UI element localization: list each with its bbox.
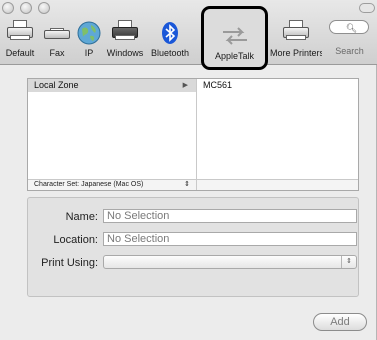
zoom-window-button[interactable] bbox=[38, 2, 50, 14]
name-field[interactable]: No Selection bbox=[103, 209, 357, 223]
printer-browser: Local Zone ▶ MC561 Character Set: Japane… bbox=[27, 78, 359, 191]
toolbar-label: More Printers bbox=[270, 48, 322, 58]
printer-list[interactable]: MC561 bbox=[197, 79, 358, 179]
charset-bar: Character Set: Japanese (Mac OS) ⇕ bbox=[28, 179, 358, 190]
charset-label: Character Set: bbox=[34, 181, 80, 188]
toolbar: Default Fax IP Windows Bluetooth AppleTa… bbox=[0, 6, 377, 70]
charset-value: Japanese (Mac OS) bbox=[81, 181, 144, 188]
printer-info-box: Name: No Selection Location: No Selectio… bbox=[27, 197, 359, 297]
add-printer-window: Default Fax IP Windows Bluetooth AppleTa… bbox=[0, 0, 377, 340]
toolbar-toggle-button[interactable] bbox=[359, 3, 375, 13]
toolbar-label: Search bbox=[335, 46, 364, 56]
toolbar-label: AppleTalk bbox=[214, 51, 255, 61]
toolbar-label: Fax bbox=[49, 48, 65, 58]
location-label: Location: bbox=[53, 234, 98, 246]
bluetooth-icon bbox=[155, 20, 185, 46]
default-printer-icon bbox=[5, 20, 35, 46]
search-icon: 🔍︎ bbox=[345, 23, 358, 33]
popup-arrows-icon: ⇕ bbox=[184, 181, 190, 188]
toolbar-item-windows[interactable]: Windows bbox=[104, 14, 146, 62]
print-using-popup[interactable]: ⇕ bbox=[103, 255, 357, 269]
toolbar-item-bluetooth[interactable]: Bluetooth bbox=[146, 14, 194, 62]
disclosure-arrow-icon: ▶ bbox=[182, 82, 188, 89]
add-button[interactable]: Add bbox=[313, 313, 367, 331]
appletalk-icon bbox=[220, 23, 250, 49]
toolbar-label: Windows bbox=[106, 48, 144, 58]
print-using-label: Print Using: bbox=[41, 257, 98, 269]
close-window-button[interactable] bbox=[2, 2, 14, 14]
toolbar-item-default[interactable]: Default bbox=[0, 14, 40, 62]
search-field[interactable]: 🔍︎ bbox=[329, 20, 369, 34]
popup-arrows-icon: ⇕ bbox=[341, 256, 356, 268]
printer-item[interactable]: MC561 bbox=[197, 79, 358, 92]
charset-popup[interactable]: Character Set: Japanese (Mac OS) ⇕ bbox=[34, 180, 197, 190]
globe-icon bbox=[74, 20, 104, 46]
window-controls bbox=[2, 2, 50, 14]
toolbar-item-search[interactable]: 🔍︎ Search bbox=[322, 14, 377, 62]
toolbar-item-ip[interactable]: IP bbox=[74, 14, 104, 62]
titlebar: Default Fax IP Windows Bluetooth AppleTa… bbox=[0, 0, 377, 70]
windows-printer-icon bbox=[110, 20, 140, 46]
location-field[interactable]: No Selection bbox=[103, 232, 357, 246]
zone-item[interactable]: Local Zone ▶ bbox=[28, 79, 196, 92]
toolbar-item-more-printers[interactable]: More Printers bbox=[270, 14, 322, 62]
toolbar-label: Bluetooth bbox=[150, 48, 190, 58]
toolbar-label: Default bbox=[5, 48, 35, 58]
toolbar-item-fax[interactable]: Fax bbox=[40, 14, 74, 62]
name-label: Name: bbox=[65, 211, 98, 223]
toolbar-item-appletalk[interactable]: AppleTalk bbox=[201, 6, 268, 70]
toolbar-label: IP bbox=[84, 48, 94, 58]
zone-list[interactable]: Local Zone ▶ bbox=[28, 79, 197, 179]
fax-icon bbox=[42, 20, 72, 46]
minimize-window-button[interactable] bbox=[20, 2, 32, 14]
printer-label: MC561 bbox=[203, 80, 233, 90]
zone-label: Local Zone bbox=[34, 80, 79, 90]
more-printers-icon bbox=[281, 20, 311, 46]
